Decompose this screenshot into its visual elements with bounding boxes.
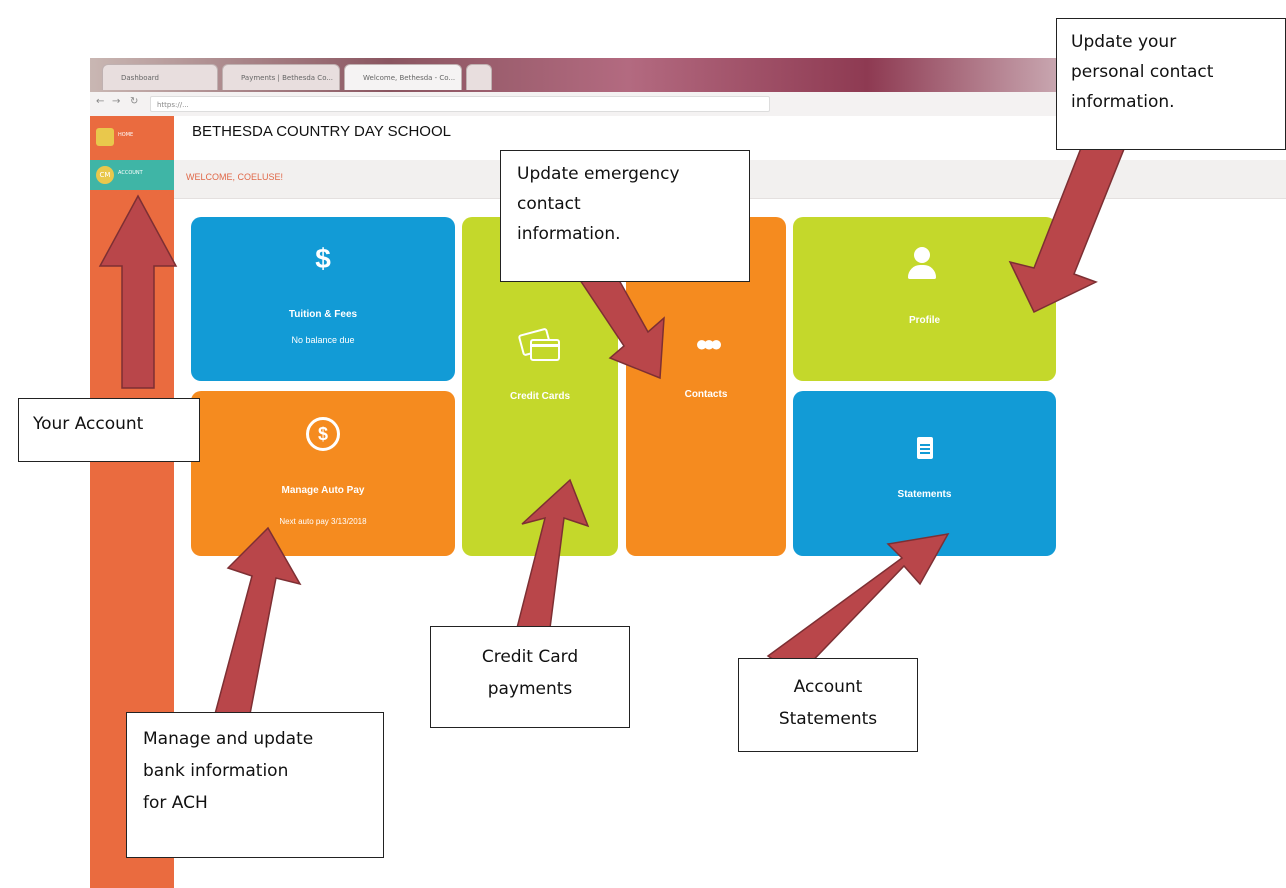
tile-title: Credit Cards (509, 391, 570, 402)
callout-line: for ACH (143, 793, 208, 813)
sidebar-item-account[interactable]: CM ACCOUNT (90, 160, 174, 190)
callout-line: information. (517, 224, 621, 244)
callout-line: Credit Card (481, 647, 579, 667)
user-icon (914, 247, 930, 263)
callout-line: personal contact (1071, 62, 1214, 82)
home-icon (96, 128, 114, 146)
document-icon (917, 437, 933, 459)
callout-line: payments (487, 679, 573, 699)
tile-subtitle: No balance due (291, 335, 355, 345)
tile-title: Contacts (684, 389, 728, 400)
back-icon[interactable]: ← (96, 96, 104, 107)
browser-tab-active[interactable]: Welcome, Bethesda - Co... (344, 64, 462, 90)
reload-icon[interactable]: ↻ (130, 96, 138, 107)
browser-tab[interactable]: Dashboard (102, 64, 218, 90)
callout-line: Statements (778, 709, 878, 729)
sidebar-item-label: ACCOUNT (118, 170, 143, 176)
sidebar-item-label: HOME (118, 132, 134, 138)
new-tab-button[interactable] (466, 64, 492, 90)
callout-credit-card: Credit Card payments (430, 626, 630, 728)
welcome-text: WELCOME, COELUSE! (186, 172, 284, 182)
sidebar-item-home[interactable]: HOME (90, 122, 174, 152)
callout-bank-ach: Manage and update bank information for A… (126, 712, 384, 858)
credit-card-icon (517, 327, 560, 361)
browser-tab[interactable]: Payments | Bethesda Co... (222, 64, 340, 90)
manage-auto-pay-tile[interactable]: $ Manage Auto Pay Next auto pay 3/13/201… (191, 391, 455, 556)
tile-title: Profile (908, 315, 941, 326)
tile-title: Tuition & Fees (288, 309, 358, 320)
tile-title: Statements (897, 489, 952, 500)
callout-line: bank information (143, 761, 289, 781)
callout-line: Update emergency (517, 164, 680, 184)
callout-profile: Update your personal contact information… (1056, 18, 1286, 150)
statements-tile[interactable]: Statements (793, 391, 1056, 556)
forward-icon[interactable]: → (112, 96, 120, 107)
people-icon: ●●● (695, 331, 723, 356)
tuition-fees-tile[interactable]: $ Tuition & Fees No balance due (191, 217, 455, 381)
user-icon-body (908, 265, 936, 279)
callout-line: Manage and update (143, 729, 314, 749)
tile-subtitle: Next auto pay 3/13/2018 (279, 517, 367, 526)
callout-line: Account (793, 677, 863, 697)
tile-title: Manage Auto Pay (281, 485, 365, 496)
school-name: BETHESDA COUNTRY DAY SCHOOL (176, 118, 766, 152)
callout-line: Your Account (33, 414, 144, 434)
callout-line: information. (1071, 92, 1175, 112)
callout-line: contact (517, 194, 581, 214)
callout-line: Update your (1071, 32, 1177, 52)
url-input[interactable]: https://... (150, 96, 770, 112)
avatar: CM (96, 166, 114, 184)
autopay-cycle-icon: $ (306, 417, 340, 451)
callout-your-account: Your Account (18, 398, 200, 462)
profile-tile[interactable]: Profile (793, 217, 1056, 381)
dollar-icon: $ (315, 243, 331, 274)
callout-emergency: Update emergency contact information. (500, 150, 750, 282)
callout-statements: Account Statements (738, 658, 918, 752)
